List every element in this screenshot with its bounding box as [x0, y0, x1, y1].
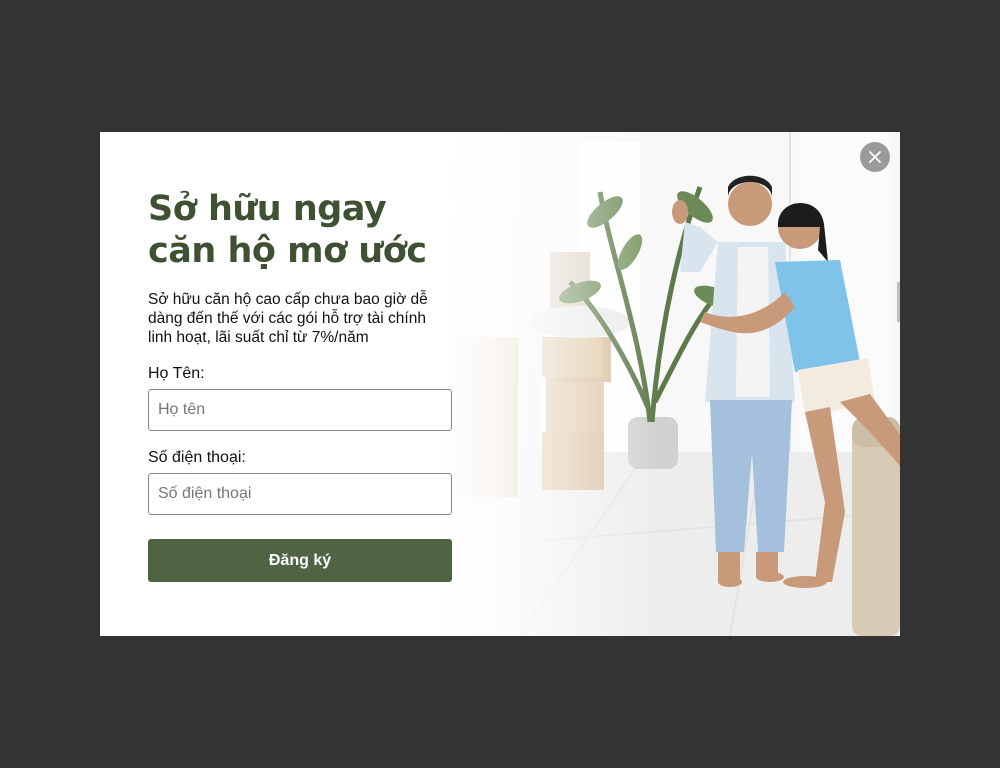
- signup-form: Sở hữu ngay căn hộ mơ ước Sở hữu căn hộ …: [148, 188, 452, 582]
- close-button[interactable]: [860, 142, 890, 172]
- popup-title: Sở hữu ngay căn hộ mơ ước: [148, 189, 427, 271]
- signup-popup: Sở hữu ngay căn hộ mơ ước Sở hữu căn hộ …: [100, 132, 900, 636]
- name-label: Họ Tên:: [148, 365, 205, 382]
- popup-description: Sở hữu căn hộ cao cấp chưa bao giờ dễ dà…: [148, 291, 428, 346]
- name-input[interactable]: [148, 389, 452, 431]
- close-icon: [869, 151, 881, 163]
- phone-input[interactable]: [148, 473, 452, 515]
- phone-label: Số điện thoại:: [148, 449, 246, 466]
- register-button[interactable]: Đăng ký: [148, 539, 452, 582]
